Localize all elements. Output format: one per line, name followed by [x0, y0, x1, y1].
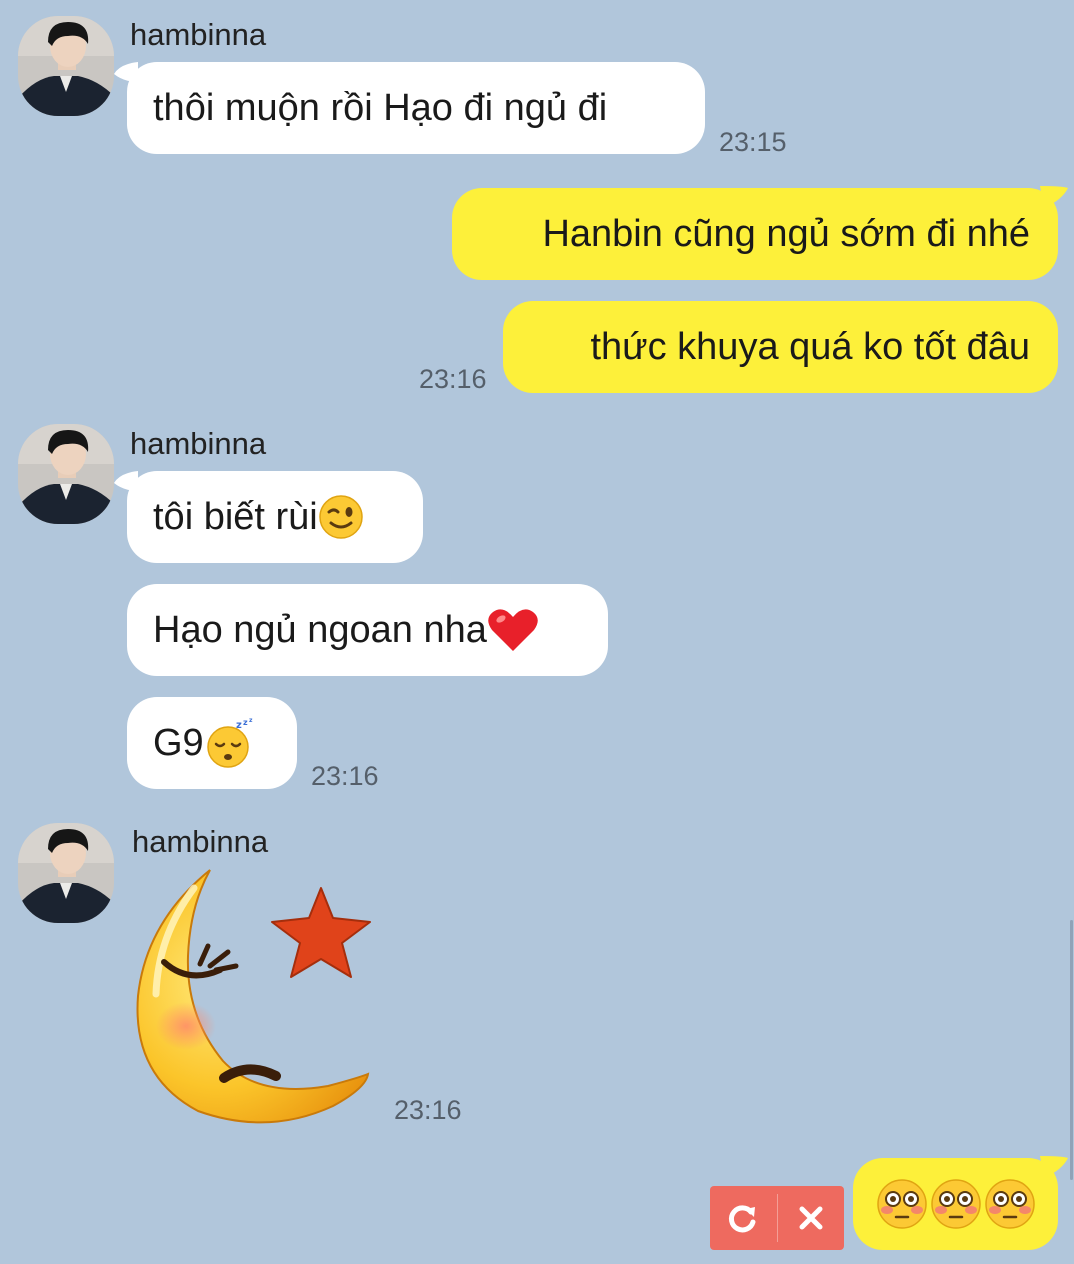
flushed-emoji [930, 1179, 981, 1229]
svg-text:z: z [243, 718, 248, 727]
message-text: Hạo ngủ ngoan nha [153, 608, 487, 651]
message-text: tôi biết rùi [153, 495, 318, 538]
avatar[interactable] [18, 823, 114, 923]
flushed-emoji [984, 1179, 1035, 1229]
chat-area[interactable]: hambinna thôi muộn rồi Hạo đi ngủ đi 23:… [0, 0, 1074, 1264]
timestamp: 23:16 [419, 364, 487, 394]
flushed-emoji [876, 1179, 927, 1229]
message-bubble[interactable]: thôi muộn rồi Hạo đi ngủ đi [127, 62, 705, 154]
sleeping-moon-sticker[interactable] [128, 866, 378, 1128]
scrollbar[interactable] [1070, 920, 1073, 1180]
heart-emoji [488, 609, 538, 651]
sender-name: hambinna [130, 426, 267, 461]
timestamp: 23:16 [311, 761, 379, 791]
sleeping-emoji: z z z [206, 717, 253, 768]
retry-button[interactable] [710, 1186, 777, 1250]
failed-message-actions [710, 1186, 844, 1250]
message-bubble[interactable]: Hanbin cũng ngủ sớm đi nhé [452, 188, 1058, 280]
bubble-tail [1040, 186, 1068, 208]
message-text: G9 [153, 721, 204, 764]
message-text: thôi muộn rồi Hạo đi ngủ đi [153, 86, 608, 129]
wink-emoji [319, 495, 363, 539]
svg-text:z: z [249, 717, 253, 724]
bubble-tail [1040, 1156, 1068, 1178]
timestamp: 23:16 [394, 1095, 462, 1125]
close-icon [799, 1206, 823, 1230]
retry-icon [729, 1205, 756, 1233]
message-bubble[interactable]: Hạo ngủ ngoan nha [127, 584, 608, 676]
sender-name: hambinna [132, 824, 269, 859]
message-bubble[interactable]: thức khuya quá ko tốt đâu [503, 301, 1058, 393]
avatar[interactable] [18, 16, 114, 116]
timestamp: 23:15 [719, 127, 787, 157]
svg-text:z: z [236, 720, 242, 731]
message-bubble[interactable]: G9 z z z [127, 697, 297, 789]
message-bubble[interactable]: tôi biết rùi [127, 471, 423, 563]
message-text: thức khuya quá ko tốt đâu [590, 325, 1030, 368]
avatar[interactable] [18, 424, 114, 524]
sender-name: hambinna [130, 17, 267, 52]
message-bubble[interactable] [853, 1158, 1058, 1250]
message-text: Hanbin cũng ngủ sớm đi nhé [542, 212, 1030, 255]
delete-button[interactable] [778, 1186, 845, 1250]
